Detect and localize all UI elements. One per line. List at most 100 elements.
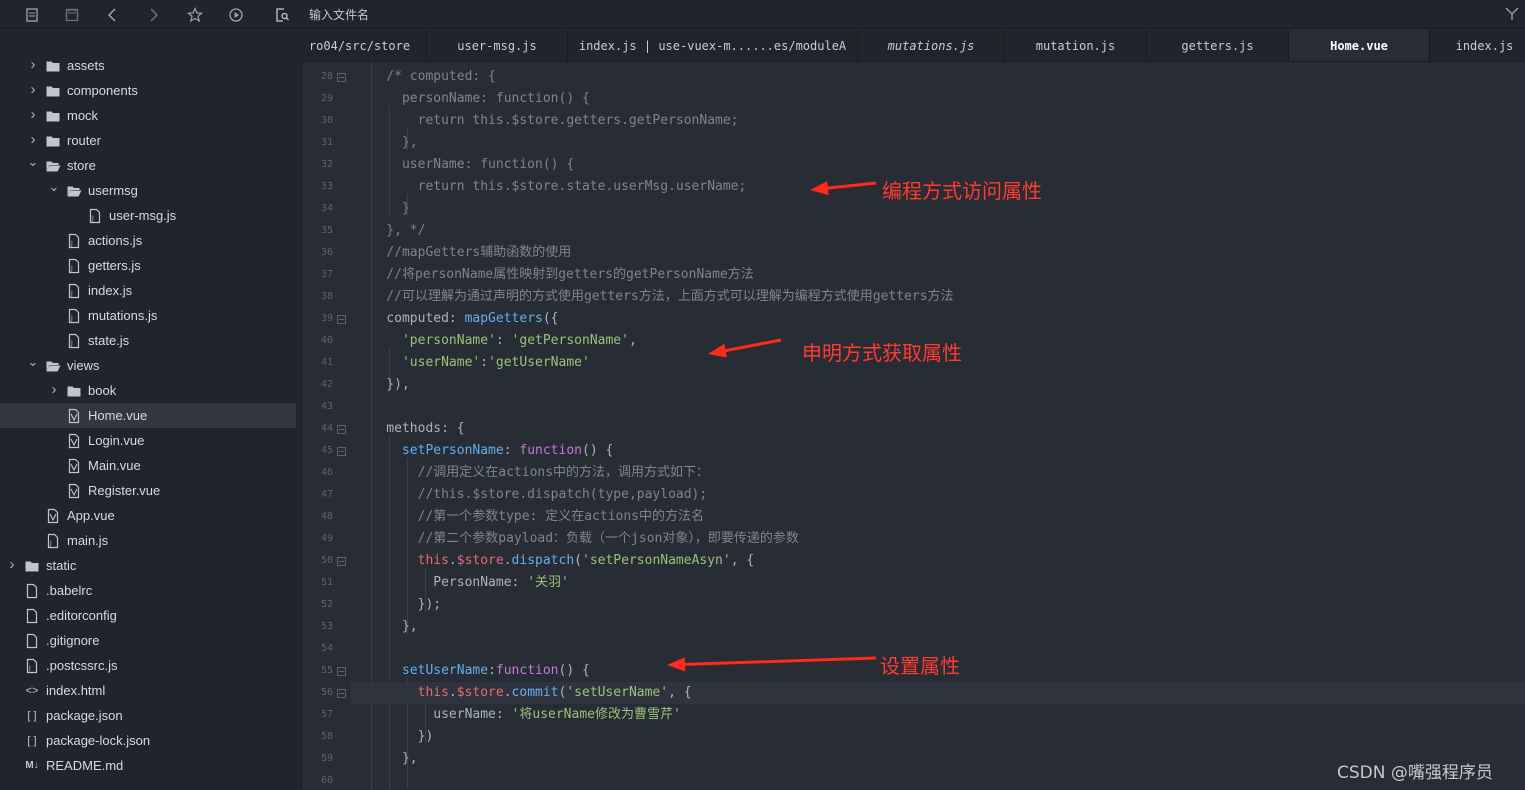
fold-toggle-icon[interactable] (337, 73, 346, 82)
sidebar-item-main-js[interactable]: Jmain.js (0, 528, 296, 553)
tab-mutation-js[interactable]: mutation.js (1005, 30, 1147, 61)
back-arrow-icon[interactable] (103, 5, 123, 25)
play-icon[interactable] (226, 5, 246, 25)
code-line[interactable]: 'userName':'getUserName' (355, 352, 590, 374)
sidebar-item-babelrc[interactable]: .babelrc (0, 578, 296, 603)
code-line[interactable]: PersonName: '关羽' (355, 572, 569, 594)
sidebar-item-editorconfig[interactable]: .editorconfig (0, 603, 296, 628)
js-file-icon: J (24, 658, 40, 674)
sidebar-item-package-json[interactable]: [ ] package.json (0, 703, 296, 728)
fold-toggle-icon[interactable] (337, 557, 346, 566)
sidebar-item-router[interactable]: › router (0, 128, 296, 153)
code-line[interactable]: }, (355, 132, 418, 154)
code-line[interactable]: }, (355, 616, 418, 638)
code-line[interactable]: userName: function() { (355, 154, 574, 176)
sidebar-item-index-html[interactable]: <> index.html (0, 678, 296, 703)
chevron-right-icon[interactable]: › (27, 128, 39, 153)
code-editor[interactable]: 28 /* computed: {29 personName: function… (303, 62, 1525, 790)
tab-getters-js[interactable]: getters.js (1147, 30, 1289, 61)
tab-home-vue[interactable]: Home.vue (1289, 30, 1430, 61)
sidebar-item-mutations-js[interactable]: Jmutations.js (0, 303, 296, 328)
sidebar-item-app-vue[interactable]: App.vue (0, 503, 296, 528)
fold-toggle-icon[interactable] (337, 689, 346, 698)
sidebar-item-state-js[interactable]: Jstate.js (0, 328, 296, 353)
code-line[interactable]: setUserName:function() { (355, 660, 590, 682)
chevron-down-icon[interactable]: ⌄ (48, 178, 60, 203)
sidebar-item-components[interactable]: › components (0, 78, 296, 103)
file-name-input[interactable] (303, 4, 1498, 25)
code-line[interactable]: methods: { (355, 418, 464, 440)
code-line[interactable]: this.$store.commit('setUserName', { (355, 682, 692, 704)
file-search-icon[interactable] (272, 5, 292, 25)
code-line[interactable]: }), (355, 374, 410, 396)
tab-index-js-use-vuex-m-es-modulea[interactable]: index.js | use-vuex-m......es/moduleA (568, 30, 858, 61)
fold-toggle-icon[interactable] (337, 315, 346, 324)
outline-icon[interactable] (22, 5, 42, 25)
code-line[interactable]: //将personName属性映射到getters的getPersonName方… (355, 264, 753, 286)
sidebar-item-actions-js[interactable]: Jactions.js (0, 228, 296, 253)
sidebar-item-mock[interactable]: › mock (0, 103, 296, 128)
line-number: 54 (320, 643, 333, 654)
code-line[interactable]: }, (355, 748, 418, 770)
sidebar-item-book[interactable]: › book (0, 378, 296, 403)
code-line[interactable]: //mapGetters辅助函数的使用 (355, 242, 571, 264)
code-line[interactable]: //调用定义在actions中的方法，调用方式如下： (355, 462, 709, 484)
sidebar-item-static[interactable]: › static (0, 553, 296, 578)
sidebar-item-usermsg[interactable]: ⌄ usermsg (0, 178, 296, 203)
code-line[interactable]: /* computed: { (355, 66, 496, 88)
line-number: 42 (320, 379, 333, 390)
sidebar-item-gitignore[interactable]: .gitignore (0, 628, 296, 653)
chevron-right-icon[interactable]: › (6, 553, 18, 578)
folder-icon (66, 383, 82, 399)
sidebar-item-label: .postcssrc.js (46, 658, 118, 673)
code-line[interactable]: personName: function() { (355, 88, 590, 110)
fold-toggle-icon[interactable] (337, 425, 346, 434)
filter-icon[interactable] (1505, 6, 1519, 22)
sidebar-item-readme-md[interactable]: M↓ README.md (0, 753, 296, 778)
sidebar-item-store[interactable]: ⌄ store (0, 153, 296, 178)
sidebar-item-index-js[interactable]: Jindex.js (0, 278, 296, 303)
chevron-right-icon[interactable]: › (27, 103, 39, 128)
sidebar-item-assets[interactable]: › assets (0, 53, 296, 78)
code-line[interactable]: return this.$store.state.userMsg.userNam… (355, 176, 747, 198)
chevron-right-icon[interactable]: › (27, 53, 39, 78)
sidebar-item-package-lock-json[interactable]: [ ] package-lock.json (0, 728, 296, 753)
sidebar-item-user-msg-js[interactable]: Juser-msg.js (0, 203, 296, 228)
sidebar-item-register-vue[interactable]: Register.vue (0, 478, 296, 503)
chevron-right-icon[interactable]: › (27, 78, 39, 103)
code-line[interactable]: }); (355, 594, 441, 616)
code-token: 'userName' (355, 355, 481, 370)
sidebar-item-getters-js[interactable]: Jgetters.js (0, 253, 296, 278)
code-line[interactable]: //第一个参数type: 定义在actions中的方法名 (355, 506, 704, 528)
sidebar-item-main-vue[interactable]: Main.vue (0, 453, 296, 478)
code-line[interactable]: } (355, 198, 410, 220)
code-line[interactable]: //可以理解为通过声明的方式使用getters方法，上面方式可以理解为编程方式使… (355, 286, 953, 308)
code-line[interactable]: return this.$store.getters.getPersonName… (355, 110, 739, 132)
code-line[interactable]: computed: mapGetters({ (355, 308, 558, 330)
chevron-down-icon[interactable]: ⌄ (27, 353, 39, 378)
tab-user-msg-js[interactable]: user-msg.js (427, 30, 568, 61)
sidebar-item-postcssrc-js[interactable]: J .postcssrc.js (0, 653, 296, 678)
code-line[interactable]: this.$store.dispatch('setPersonNameAsyn'… (355, 550, 755, 572)
sidebar-item-home-vue[interactable]: Home.vue (0, 403, 296, 428)
code-line[interactable]: //this.$store.dispatch(type,payload); (355, 484, 708, 506)
star-icon[interactable] (185, 5, 205, 25)
tab-ro04-src-store[interactable]: ro04/src/store (303, 30, 427, 61)
forward-arrow-icon[interactable] (143, 5, 163, 25)
chevron-right-icon[interactable]: › (48, 378, 60, 403)
sidebar-item-views[interactable]: ⌄ views (0, 353, 296, 378)
code-line[interactable]: }, */ (355, 220, 425, 242)
sidebar-item-login-vue[interactable]: Login.vue (0, 428, 296, 453)
fold-toggle-icon[interactable] (337, 667, 346, 676)
code-line[interactable]: //第二个参数payload：负载（一个json对象），即要传递的参数 (355, 528, 799, 550)
line-number: 53 (320, 621, 333, 632)
tab-mutations-js[interactable]: mutations.js (858, 30, 1005, 61)
code-line[interactable]: 'personName': 'getPersonName', (355, 330, 637, 352)
code-line[interactable]: setPersonName: function() { (355, 440, 613, 462)
chevron-down-icon[interactable]: ⌄ (27, 153, 39, 178)
code-line[interactable]: }) (355, 726, 434, 748)
fold-toggle-icon[interactable] (337, 447, 346, 456)
code-line[interactable]: userName: '将userName修改为曹雪芹' (355, 704, 681, 726)
save-icon[interactable] (62, 5, 82, 25)
tab-index-js[interactable]: index.js (1430, 30, 1525, 61)
